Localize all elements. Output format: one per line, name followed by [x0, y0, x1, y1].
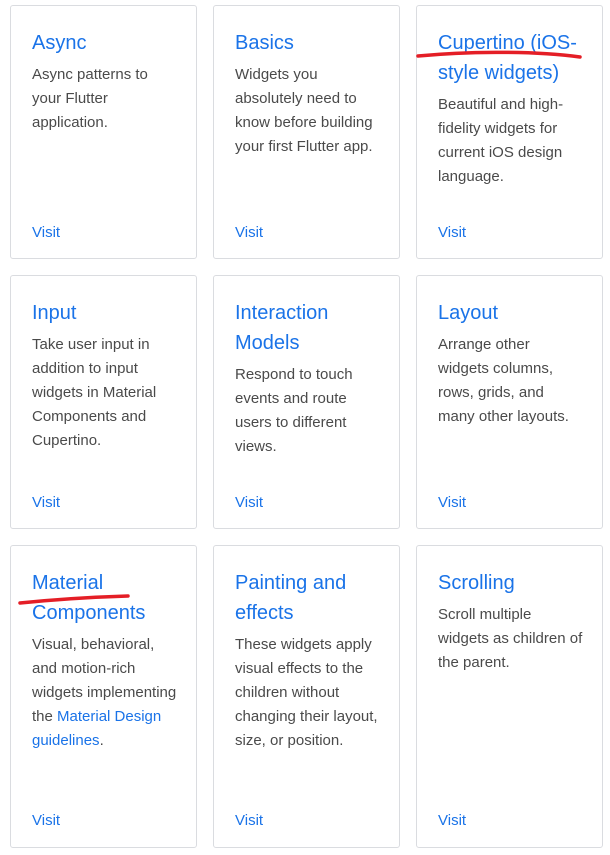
- visit-link[interactable]: Visit: [235, 223, 263, 243]
- card-scrolling: Scrolling Scroll multiple widgets as chi…: [416, 545, 603, 848]
- card-description: Beautiful and high-fidelity widgets for …: [438, 96, 564, 185]
- card-title[interactable]: Basics: [235, 28, 395, 58]
- card-title[interactable]: Layout: [438, 298, 598, 328]
- visit-link[interactable]: Visit: [32, 223, 60, 243]
- card-material-components: Material Components Visual, behavioral, …: [10, 545, 197, 848]
- description-suffix: .: [99, 732, 104, 749]
- card-title[interactable]: Painting and effects: [235, 568, 395, 628]
- visit-link[interactable]: Visit: [438, 223, 466, 243]
- card-description: Take user input in addition to input wid…: [32, 336, 157, 449]
- card-description: Scroll multiple widgets as children of t…: [438, 606, 583, 671]
- card-title[interactable]: Input: [32, 298, 192, 328]
- card-description: Async patterns to your Flutter applicati…: [32, 66, 148, 131]
- card-title[interactable]: Scrolling: [438, 568, 598, 598]
- card-description: Arrange other widgets columns, rows, gri…: [438, 336, 569, 425]
- visit-link[interactable]: Visit: [235, 493, 263, 513]
- visit-link[interactable]: Visit: [32, 493, 60, 513]
- card-basics: Basics Widgets you absolutely need to kn…: [213, 5, 400, 259]
- card-layout: Layout Arrange other widgets columns, ro…: [416, 275, 603, 529]
- card-cupertino: Cupertino (iOS-style widgets) Beautiful …: [416, 5, 603, 259]
- card-title[interactable]: Cupertino (iOS-style widgets): [438, 28, 598, 88]
- visit-link[interactable]: Visit: [235, 811, 263, 831]
- card-title[interactable]: Interaction Models: [235, 298, 395, 358]
- card-painting-and-effects: Painting and effects These widgets apply…: [213, 545, 400, 848]
- visit-link[interactable]: Visit: [438, 493, 466, 513]
- card-title[interactable]: Material Components: [32, 568, 192, 628]
- card-async: Async Async patterns to your Flutter app…: [10, 5, 197, 259]
- card-input: Input Take user input in addition to inp…: [10, 275, 197, 529]
- card-title[interactable]: Async: [32, 28, 192, 58]
- card-interaction-models: Interaction Models Respond to touch even…: [213, 275, 400, 529]
- card-description: These widgets apply visual effects to th…: [235, 636, 378, 749]
- card-description: Widgets you absolutely need to know befo…: [235, 66, 373, 155]
- visit-link[interactable]: Visit: [438, 811, 466, 831]
- card-description: Visual, behavioral, and motion-rich widg…: [32, 633, 177, 753]
- card-description: Respond to touch events and route users …: [235, 366, 353, 455]
- visit-link[interactable]: Visit: [32, 811, 60, 831]
